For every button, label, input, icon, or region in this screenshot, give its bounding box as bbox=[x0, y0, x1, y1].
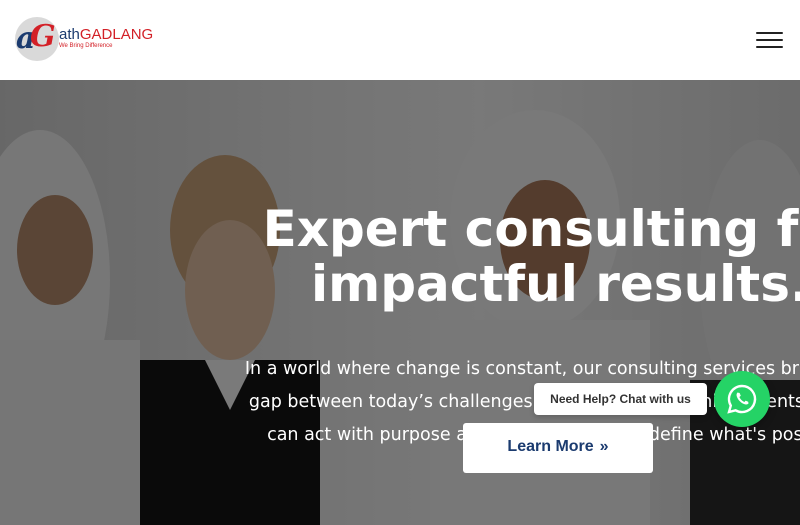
chat-help-bubble[interactable]: Need Help? Chat with us bbox=[534, 383, 707, 415]
hero-title: Expert consulting for impactful results. bbox=[160, 202, 800, 312]
whatsapp-icon bbox=[727, 384, 757, 414]
logo-tagline: We Bring Difference bbox=[59, 43, 113, 49]
hamburger-line bbox=[756, 46, 783, 48]
site-header: a G athGADLANG We Bring Difference bbox=[0, 0, 800, 80]
logo-word-ath: ath bbox=[59, 26, 80, 43]
hamburger-line bbox=[756, 32, 783, 34]
logo-word-gadlang: GADLANG bbox=[79, 26, 154, 43]
learn-more-button[interactable]: Learn More » bbox=[463, 423, 653, 473]
company-logo[interactable]: a G athGADLANG We Bring Difference bbox=[15, 17, 155, 63]
logo-letter-g: G bbox=[30, 19, 56, 54]
whatsapp-chat-button[interactable] bbox=[714, 371, 770, 427]
chevron-double-right-icon: » bbox=[599, 438, 609, 455]
hero-text-line: In a world where change is constant, our… bbox=[244, 359, 800, 379]
hero-section: Expert consulting for impactful results.… bbox=[0, 80, 800, 525]
hero-title-line: impactful results. bbox=[311, 255, 800, 313]
hamburger-menu-icon[interactable] bbox=[756, 31, 784, 49]
hamburger-line bbox=[756, 39, 783, 41]
learn-more-label: Learn More bbox=[507, 438, 594, 455]
logo-wordmark: athGADLANG bbox=[59, 26, 153, 43]
hero-title-line: Expert consulting for bbox=[262, 200, 800, 258]
